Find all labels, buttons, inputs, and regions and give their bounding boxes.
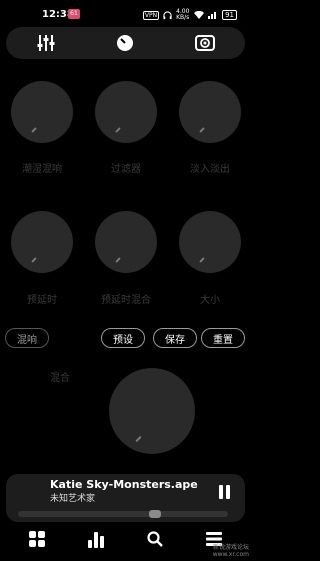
label-wet-reverb: 潮湿混响 bbox=[22, 164, 62, 175]
progress-track[interactable] bbox=[18, 510, 228, 518]
signal-icon bbox=[208, 12, 217, 19]
knob-indicator bbox=[199, 127, 205, 133]
tab-equalizer[interactable] bbox=[26, 27, 66, 59]
knob-indicator bbox=[115, 257, 121, 263]
knob-indicator bbox=[135, 435, 142, 443]
label-predelay: 预延时 bbox=[27, 295, 57, 306]
surround-icon bbox=[195, 35, 215, 51]
effect-tab-bar bbox=[6, 27, 245, 59]
knob-size[interactable] bbox=[179, 211, 241, 273]
tab-surround[interactable] bbox=[185, 27, 225, 59]
reverb-toggle-button[interactable]: 混响 bbox=[5, 328, 49, 348]
nav-library[interactable] bbox=[17, 524, 57, 554]
track-title: Katie Sky-Monsters.ape bbox=[50, 478, 198, 491]
vpn-badge: VPN bbox=[142, 10, 160, 20]
nav-search[interactable] bbox=[135, 524, 175, 554]
knob-predelay[interactable] bbox=[11, 211, 73, 273]
knob-indicator bbox=[31, 127, 37, 133]
mix-label: 混合 bbox=[50, 373, 70, 384]
knob-indicator bbox=[115, 127, 121, 133]
bars-icon bbox=[88, 532, 104, 548]
label-filter: 过滤器 bbox=[111, 164, 141, 175]
knob-filter[interactable] bbox=[95, 81, 157, 143]
watermark-line: www.xr.com bbox=[212, 551, 249, 558]
knob-fade[interactable] bbox=[179, 81, 241, 143]
status-bar: 12:38 61 VPN 4.00 KB/s 91 bbox=[0, 0, 251, 26]
watermark-line: 新锐游戏论坛 bbox=[212, 544, 249, 551]
grid-icon bbox=[29, 531, 45, 547]
wifi-icon bbox=[194, 11, 205, 19]
reset-button[interactable]: 重置 bbox=[201, 328, 245, 348]
headphones-icon bbox=[163, 10, 172, 19]
progress-thumb[interactable] bbox=[149, 510, 161, 518]
track-artist: 未知艺术家 bbox=[50, 494, 96, 504]
knob-predelay-mix[interactable] bbox=[95, 211, 157, 273]
tab-effects[interactable] bbox=[105, 27, 145, 59]
nav-player[interactable] bbox=[76, 524, 116, 554]
knob-mix[interactable] bbox=[109, 368, 195, 454]
search-icon bbox=[147, 531, 163, 547]
preset-button[interactable]: 预设 bbox=[101, 328, 145, 348]
knob-indicator bbox=[31, 257, 37, 263]
watermark: 新锐游戏论坛 www.xr.com bbox=[213, 544, 249, 558]
label-size: 大小 bbox=[200, 295, 220, 306]
now-playing-bar[interactable]: Katie Sky-Monsters.ape 未知艺术家 bbox=[6, 474, 245, 522]
status-icons: VPN 4.00 KB/s 91 bbox=[142, 8, 237, 21]
label-predelay-mix: 预延时混合 bbox=[101, 295, 151, 306]
network-speed: 4.00 KB/s bbox=[176, 8, 190, 21]
battery-indicator: 91 bbox=[222, 10, 237, 20]
knob-wet-reverb[interactable] bbox=[11, 81, 73, 143]
save-button[interactable]: 保存 bbox=[153, 328, 197, 348]
label-fade: 淡入淡出 bbox=[190, 164, 230, 175]
knob-indicator bbox=[199, 257, 205, 263]
knob-icon bbox=[117, 35, 133, 51]
pause-icon[interactable] bbox=[219, 485, 231, 499]
equalizer-icon bbox=[37, 35, 55, 51]
notification-badge: 61 bbox=[68, 9, 80, 19]
